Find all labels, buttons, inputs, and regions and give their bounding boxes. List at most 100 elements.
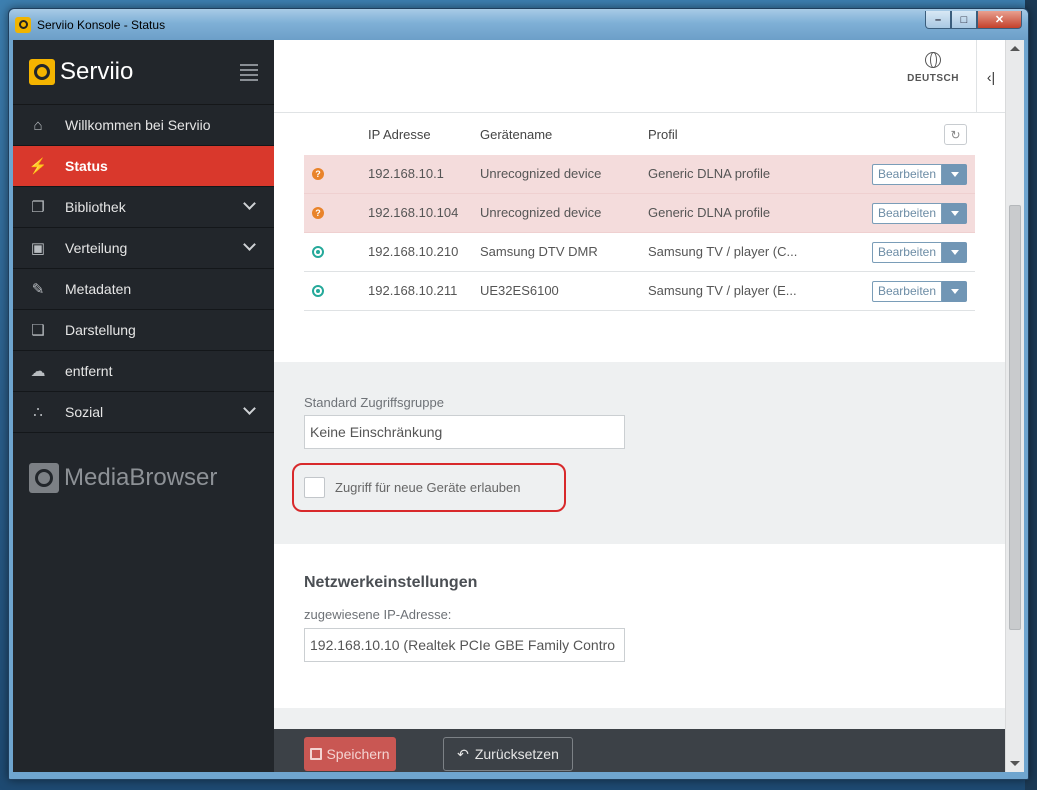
plug-icon: ⚡ — [28, 158, 48, 175]
sidebar-item-metadaten[interactable]: ✎ Metadaten — [13, 269, 274, 310]
save-button[interactable]: Speichern — [304, 737, 396, 771]
access-group-select[interactable]: Keine Einschränkung — [304, 415, 625, 449]
header-ip: IP Adresse — [368, 127, 431, 142]
dropdown-caret-icon[interactable] — [942, 281, 967, 302]
maximize-button[interactable]: □ — [951, 11, 977, 29]
header-profile: Profil — [648, 127, 678, 142]
refresh-icon[interactable]: ↻ — [944, 124, 967, 145]
app-window: Serviio Konsole - Status – □ ✕ Serviio ⌂… — [8, 8, 1029, 780]
allow-new-devices-checkbox[interactable] — [304, 477, 325, 498]
window-client: Serviio ⌂ Willkommen bei Serviio ⚡ Status ❐ B… — [13, 40, 1024, 772]
cell-ip: 192.168.10.211 — [368, 283, 458, 298]
question-status-icon: ? — [312, 207, 324, 219]
cell-profile: Generic DLNA profile — [648, 166, 771, 181]
sidebar-item-entfernt[interactable]: ☁ entfernt — [13, 351, 274, 392]
cell-ip: 192.168.10.104 — [368, 205, 459, 220]
mediabrowser-logo[interactable]: MediaBrowser — [29, 463, 274, 493]
sidebar-item-sozial[interactable]: ∴ Sozial — [13, 392, 274, 433]
cell-profile: Samsung TV / player (E... — [648, 283, 797, 298]
reset-label: Zurücksetzen — [474, 746, 559, 762]
share-icon: ∴ — [33, 404, 43, 421]
display-icon: ❑ — [31, 322, 45, 339]
header-device-name: Gerätename — [480, 127, 553, 142]
library-icon: ❐ — [31, 199, 45, 216]
edit-button[interactable]: Bearbeiten — [871, 242, 942, 263]
scroll-thumb[interactable] — [1009, 205, 1021, 630]
mediabrowser-icon — [29, 463, 59, 493]
edit-button[interactable]: Bearbeiten — [871, 203, 942, 224]
undo-icon: ↶ — [457, 745, 469, 762]
sidebar-item-label: Metadaten — [65, 281, 132, 297]
edit-button[interactable]: Bearbeiten — [871, 281, 942, 302]
scroll-up-arrow-icon[interactable] — [1010, 46, 1020, 51]
home-icon: ⌂ — [33, 116, 43, 134]
dropdown-caret-icon[interactable] — [942, 164, 967, 185]
network-title: Netzwerkeinstellungen — [304, 574, 478, 591]
brand: Serviio — [13, 40, 274, 105]
close-button[interactable]: ✕ — [977, 11, 1022, 29]
serviio-logo-icon — [29, 59, 55, 85]
dropdown-caret-icon[interactable] — [942, 242, 967, 263]
access-group-label: Standard Zugriffsgruppe — [304, 395, 444, 410]
cell-ip: 192.168.10.210 — [368, 244, 459, 259]
cell-name: Samsung DTV DMR — [480, 244, 598, 259]
ip-address-select[interactable]: 192.168.10.10 (Realtek PCIe GBE Family C… — [304, 628, 625, 662]
access-section: Standard Zugriffsgruppe Keine Einschränk… — [274, 362, 1005, 544]
vertical-scrollbar[interactable] — [1005, 40, 1024, 772]
table-row: 192.168.10.210 Samsung DTV DMR Samsung TV … — [304, 233, 975, 272]
active-status-icon — [312, 285, 324, 297]
table-row: 192.168.10.211 UE32ES6100 Samsung TV / pla… — [304, 272, 975, 311]
sidebar-item-label: Bibliothek — [65, 199, 126, 215]
sidebar-item-verteilung[interactable]: ▣ Verteilung — [13, 228, 274, 269]
edit-button-group: Bearbeiten — [871, 164, 967, 185]
language-label: DEUTSCH — [907, 73, 959, 84]
cell-name: Unrecognized device — [480, 166, 602, 181]
minimize-button[interactable]: – — [925, 11, 951, 29]
device-table-header: IP Adresse Gerätename Profil ↻ — [304, 113, 975, 155]
sidebar-nav: ⌂ Willkommen bei Serviio ⚡ Status ❐ Bibliothe… — [13, 105, 274, 433]
main-content: DEUTSCH ‹| IP Adresse Gerätename Profil … — [274, 40, 1024, 772]
dropdown-caret-icon[interactable] — [942, 203, 967, 224]
chevron-down-icon[interactable] — [243, 197, 256, 210]
cell-name: UE32ES6100 — [480, 283, 559, 298]
language-selector[interactable]: DEUTSCH — [907, 52, 959, 84]
edit-button[interactable]: Bearbeiten — [871, 164, 942, 185]
collapse-panel-button[interactable]: ‹| — [976, 40, 1005, 113]
sidebar-item-darstellung[interactable]: ❑ Darstellung — [13, 310, 274, 351]
reset-button[interactable]: ↶ Zurücksetzen — [443, 737, 573, 771]
sidebar-item-bibliothek[interactable]: ❐ Bibliothek — [13, 187, 274, 228]
sidebar-item-label: Willkommen bei Serviio — [65, 117, 211, 133]
cube-icon: ▣ — [30, 240, 46, 257]
edit-button-group: Bearbeiten — [871, 281, 967, 302]
device-table: IP Adresse Gerätename Profil ↻ ? 192.168.… — [274, 113, 1005, 362]
sidebar-item-label: Sozial — [65, 404, 104, 420]
cell-ip: 192.168.10.1 — [368, 166, 444, 181]
save-label: Speichern — [326, 746, 390, 762]
chevron-down-icon[interactable] — [243, 238, 256, 251]
cell-name: Unrecognized device — [480, 205, 602, 220]
sidebar-item-status[interactable]: ⚡ Status — [13, 146, 274, 187]
chevron-down-icon[interactable] — [243, 402, 256, 415]
cell-profile: Samsung TV / player (C... — [648, 244, 798, 259]
sidebar-item-label: Darstellung — [65, 322, 136, 338]
cell-profile: Generic DLNA profile — [648, 205, 771, 220]
sidebar-item-label: Verteilung — [65, 240, 128, 256]
window-title: Serviio Konsole - Status — [37, 17, 166, 32]
title-bar[interactable]: Serviio Konsole - Status – □ ✕ — [9, 9, 1028, 40]
question-status-icon: ? — [312, 168, 324, 180]
table-row: ? 192.168.10.104 Unrecognized device Generi… — [304, 194, 975, 233]
scroll-down-arrow-icon[interactable] — [1010, 761, 1020, 766]
brand-name: Serviio — [60, 58, 134, 85]
sidebar-item-label: entfernt — [65, 363, 113, 379]
allow-new-devices-highlight: Zugriff für neue Geräte erlauben — [292, 463, 566, 512]
serviio-app-icon — [15, 16, 31, 33]
footer-bar: Speichern ↶ Zurücksetzen — [274, 729, 1005, 772]
sidebar-item-willkommen-bei-serviio[interactable]: ⌂ Willkommen bei Serviio — [13, 105, 274, 146]
cloud-icon: ☁ — [30, 363, 46, 380]
top-bar: DEUTSCH ‹| — [274, 40, 1005, 113]
edit-button-group: Bearbeiten — [871, 242, 967, 263]
edit-button-group: Bearbeiten — [871, 203, 967, 224]
hamburger-menu-icon[interactable] — [240, 64, 258, 84]
sidebar: Serviio ⌂ Willkommen bei Serviio ⚡ Status ❐ B… — [13, 40, 274, 772]
allow-new-devices-label[interactable]: Zugriff für neue Geräte erlauben — [335, 480, 521, 495]
